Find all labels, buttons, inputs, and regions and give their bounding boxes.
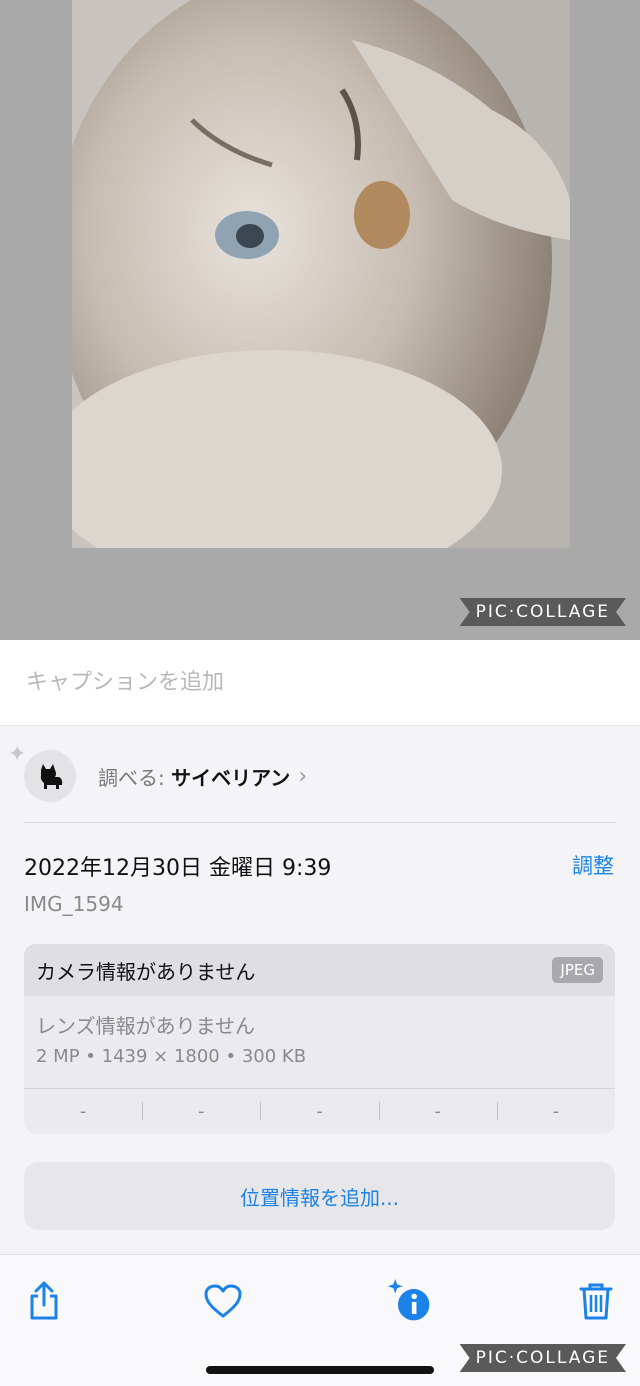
heart-icon[interactable] [199, 1277, 247, 1325]
photo-area: PIC·COLLAGE [0, 0, 640, 640]
divider [24, 822, 616, 823]
visual-lookup-row[interactable]: ✦ 調べる: サイベリアン › [8, 742, 614, 804]
lookup-label: 調べる: サイベリアン [98, 762, 290, 791]
exif-value: - [142, 1088, 260, 1134]
photo-datetime: 2022年12月30日 金曜日 9:39 [24, 856, 332, 881]
exif-row: - - - - - [24, 1088, 615, 1134]
info-icon[interactable] [386, 1277, 434, 1325]
trash-icon[interactable] [572, 1277, 620, 1325]
exif-value: - [79, 1100, 87, 1122]
lens-info: レンズ情報がありません [36, 1014, 255, 1038]
exif-value: - [260, 1088, 378, 1134]
camera-info-card: カメラ情報がありません JPEG レンズ情報がありません 2 MP • 1439… [24, 944, 615, 1134]
adjust-button[interactable]: 調整 [572, 850, 614, 880]
add-location-button[interactable]: 位置情報を追加... [24, 1162, 615, 1230]
image-specs: 2 MP • 1439 × 1800 • 300 KB [36, 1046, 307, 1067]
exif-value: - [378, 1088, 497, 1134]
watermark-top: PIC·COLLAGE [459, 598, 626, 626]
share-icon[interactable] [20, 1277, 68, 1325]
cat-photo[interactable] [72, 0, 570, 548]
camera-info-header: カメラ情報がありません JPEG [24, 944, 615, 996]
info-sheet: ✦ 調べる: サイベリアン › 2022年12月30日 金曜日 9:39 調整 … [0, 726, 640, 1254]
caption-section [0, 640, 640, 726]
caption-input[interactable] [24, 662, 614, 702]
lookup-prefix: 調べる: [98, 765, 172, 790]
file-name: IMG_1594 [24, 892, 124, 916]
home-indicator[interactable] [206, 1366, 434, 1374]
format-badge: JPEG [552, 957, 603, 983]
exif-value: - [496, 1088, 615, 1134]
lookup-subject: サイベリアン [171, 765, 291, 790]
watermark-bottom: PIC·COLLAGE [459, 1344, 626, 1372]
camera-info-title: カメラ情報がありません [36, 959, 256, 984]
chevron-right-icon: › [298, 763, 308, 789]
cat-icon [24, 750, 76, 802]
sparkle-icon: ✦ [8, 742, 27, 767]
cat-photo-illustration [72, 0, 570, 548]
